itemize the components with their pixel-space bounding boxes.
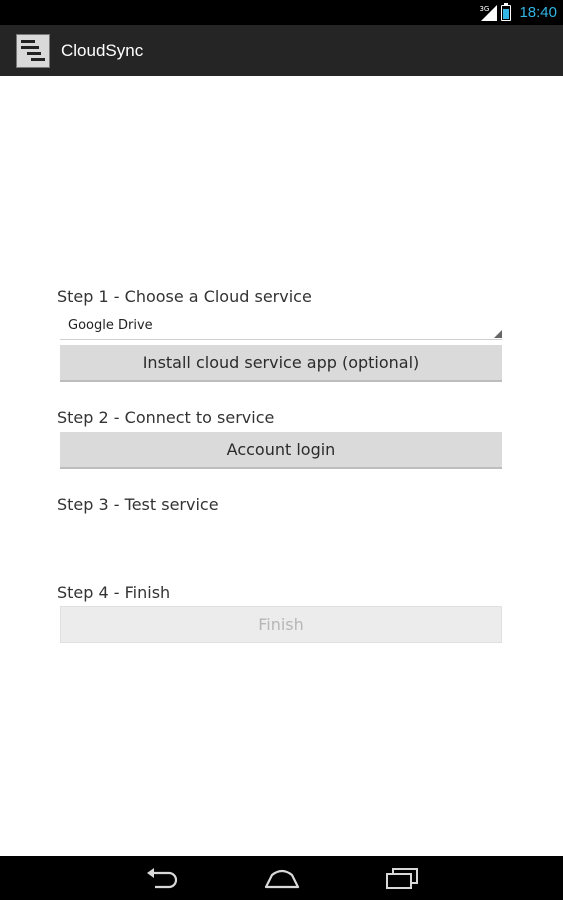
cloud-service-select[interactable]: Google Drive xyxy=(60,314,502,340)
cloud-service-value: Google Drive xyxy=(68,318,153,333)
signal-icon: 3G xyxy=(479,4,498,21)
battery-icon xyxy=(501,2,512,21)
home-icon[interactable] xyxy=(262,864,302,892)
account-login-button[interactable]: Account login xyxy=(60,432,502,469)
app-title: CloudSync xyxy=(61,40,144,60)
status-bar: 3G 18:40 xyxy=(0,0,563,25)
action-bar: CloudSync xyxy=(0,25,563,76)
finish-button[interactable]: Finish xyxy=(60,606,502,643)
step2-label: Step 2 - Connect to service xyxy=(57,408,275,427)
setup-wizard: Step 1 - Choose a Cloud service Google D… xyxy=(0,76,563,856)
dropdown-arrow-icon xyxy=(494,330,502,338)
status-icons: 3G 18:40 xyxy=(479,0,557,25)
clock: 18:40 xyxy=(519,4,557,21)
network-type-label: 3G xyxy=(479,4,490,13)
step1-label: Step 1 - Choose a Cloud service xyxy=(57,287,312,306)
back-icon[interactable] xyxy=(142,864,182,892)
step4-label: Step 4 - Finish xyxy=(57,583,171,602)
navigation-bar xyxy=(0,856,563,900)
recent-apps-icon[interactable] xyxy=(382,864,422,892)
app-logo-icon[interactable] xyxy=(16,33,50,68)
install-app-button[interactable]: Install cloud service app (optional) xyxy=(60,345,502,382)
step3-label: Step 3 - Test service xyxy=(57,495,219,514)
